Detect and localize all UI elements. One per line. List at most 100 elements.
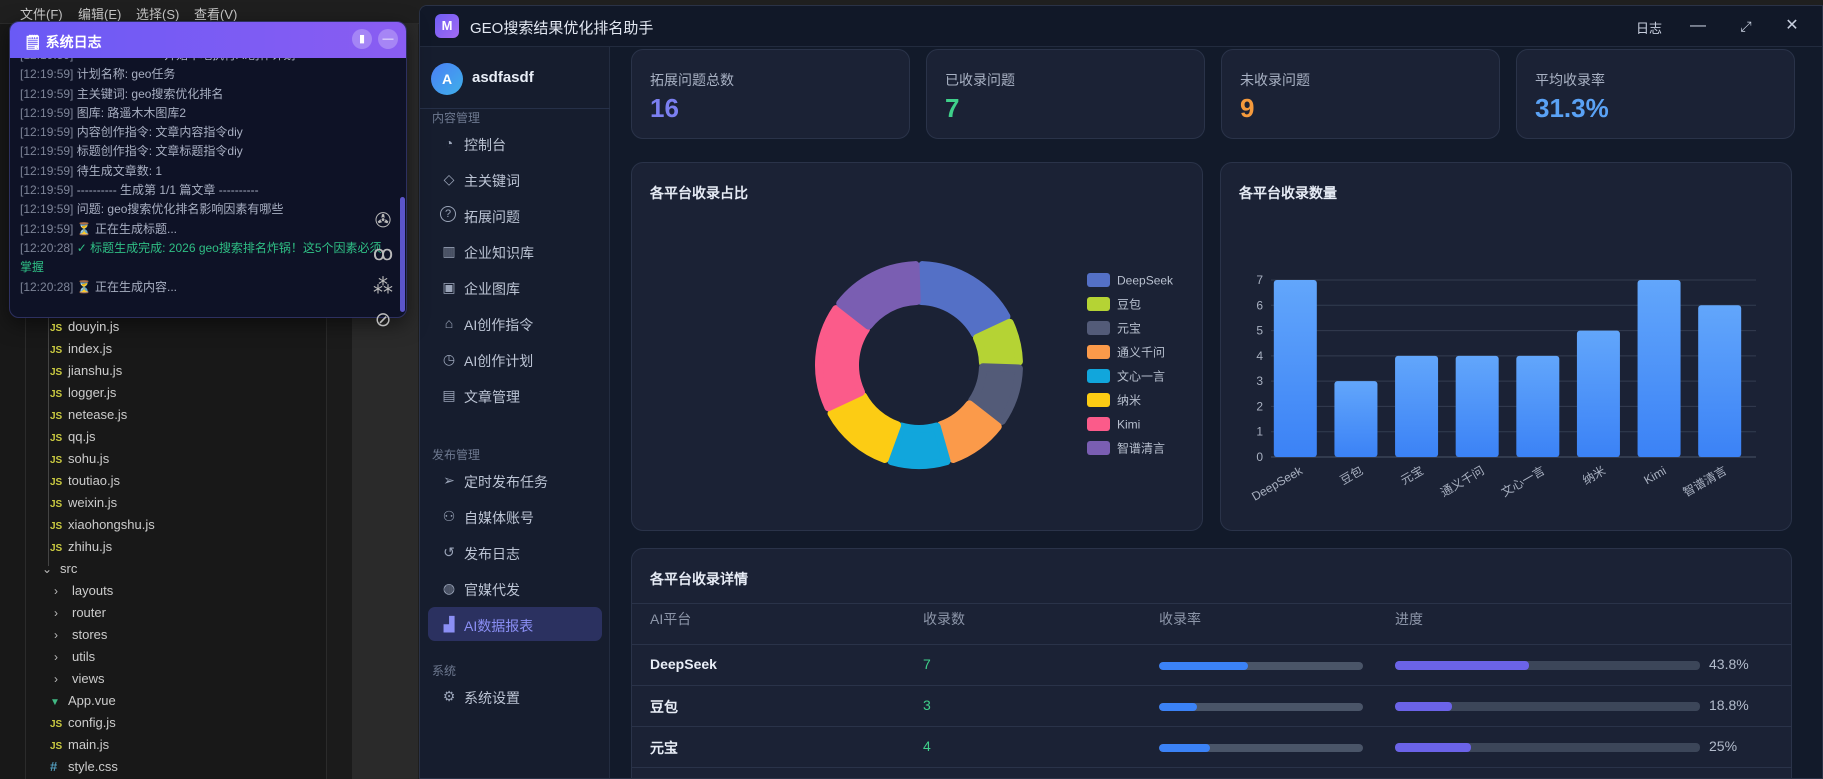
table-row[interactable]: 元宝 4 25% — [632, 726, 1791, 767]
file-tree-item[interactable]: JS sohu.js — [50, 448, 109, 470]
js-file-icon: JS — [50, 389, 63, 400]
avatar[interactable]: A — [431, 63, 463, 95]
minimize-log-button[interactable]: — — [378, 29, 398, 49]
pie-slice-智谱清言[interactable] — [836, 261, 921, 330]
link-circle-icon[interactable]: ⊘ — [370, 307, 396, 333]
bar-文心一言[interactable] — [1516, 355, 1560, 457]
file-tree-item[interactable]: › stores — [54, 624, 107, 646]
bar-DeepSeek[interactable] — [1273, 280, 1317, 457]
butterfly-icon[interactable]: ꝏ — [370, 241, 396, 267]
sidebar-item[interactable]: ◍ 官媒代发 — [428, 571, 602, 605]
bar-智谱清言[interactable] — [1698, 305, 1742, 457]
sidebar-item[interactable]: ▟ AI数据报表 — [428, 607, 602, 641]
file-tree-item[interactable]: JS netease.js — [50, 404, 127, 426]
legend-label[interactable]: 纳米 — [1117, 394, 1141, 408]
pie-slice-Kimi[interactable] — [815, 305, 870, 412]
file-tree-item[interactable]: # style.css — [50, 756, 118, 778]
sidebar-item[interactable]: ⚙ 系统设置 — [428, 679, 602, 713]
minimize-button[interactable]: — — [1684, 14, 1712, 38]
legend-swatch[interactable] — [1087, 393, 1110, 407]
legend-swatch[interactable] — [1087, 369, 1110, 383]
rate-bar — [1159, 703, 1363, 711]
col-header-progress: 进度 — [1395, 611, 1423, 627]
file-tree-item[interactable]: › utils — [54, 646, 95, 668]
progress-bar-fill — [1395, 702, 1453, 711]
sidebar-item[interactable]: ⚇ 自媒体账号 — [428, 499, 602, 533]
js-file-icon: JS — [50, 521, 63, 532]
sidebar-item[interactable]: ▤ 文章管理 — [428, 378, 602, 412]
file-tree-item[interactable]: JS weixin.js — [50, 492, 117, 514]
maximize-button[interactable]: ⤢ — [1732, 14, 1760, 38]
pie-slice-DeepSeek[interactable] — [917, 261, 1011, 338]
file-tree-item[interactable]: JS index.js — [50, 338, 112, 360]
file-tree-item[interactable]: JS config.js — [50, 712, 116, 734]
bar-通义千问[interactable] — [1455, 355, 1499, 457]
legend-swatch[interactable] — [1087, 273, 1110, 287]
question-circle-icon: ? — [440, 206, 456, 222]
aperture-icon[interactable]: ✇ — [370, 208, 396, 234]
file-tree-item[interactable]: › layouts — [54, 580, 113, 602]
file-tree-item[interactable]: JS toutiao.js — [50, 470, 120, 492]
stat-label: 未收录问题 — [1240, 72, 1310, 88]
sidebar-item[interactable]: ◷ AI创作计划 — [428, 342, 602, 376]
sidebar-item[interactable]: ↺ 发布日志 — [428, 535, 602, 569]
log-text: 主关键词: geo搜索优化排名 — [76, 86, 224, 101]
bar-元宝[interactable] — [1395, 355, 1439, 457]
file-tree-item[interactable]: JS douyin.js — [50, 316, 119, 338]
table-row[interactable]: DeepSeek 7 43.8% — [632, 644, 1791, 685]
legend-label[interactable]: Kimi — [1117, 418, 1140, 432]
legend-swatch[interactable] — [1087, 297, 1110, 311]
table-row[interactable]: 通义千问425% — [632, 767, 1791, 778]
file-tree-item[interactable]: › router — [54, 602, 106, 624]
legend-swatch[interactable] — [1087, 321, 1110, 335]
file-tree-item[interactable]: JS xiaohongshu.js — [50, 514, 155, 536]
table-row[interactable]: 豆包 3 18.8% — [632, 685, 1791, 726]
file-tree-item[interactable]: JS main.js — [50, 734, 109, 756]
legend-label[interactable]: DeepSeek — [1117, 274, 1174, 288]
sidebar-item[interactable]: ? 拓展问题 — [428, 198, 602, 232]
legend-label[interactable]: 文心一言 — [1117, 369, 1165, 384]
sidebar-item[interactable]: ▣ 企业图库 — [428, 270, 602, 304]
file-tree-item[interactable]: JS zhihu.js — [50, 536, 112, 558]
sidebar-item[interactable]: ⌂ AI创作指令 — [428, 306, 602, 340]
sidebar-item[interactable]: ▥ 企业知识库 — [428, 234, 602, 268]
pie-slice-文心一言[interactable] — [887, 422, 951, 469]
close-button[interactable]: ✕ — [1778, 14, 1806, 38]
sparkle-icon[interactable]: ⁂ — [370, 274, 396, 300]
progress-label: 18.8% — [1709, 697, 1749, 713]
sidebar-item[interactable]: ◔ 控制台 — [428, 126, 602, 160]
file-tree-item[interactable]: ▼ App.vue — [50, 690, 116, 712]
js-file-icon: JS — [50, 719, 63, 730]
legend-swatch[interactable] — [1087, 345, 1110, 359]
log-header[interactable]: 🗒 系统日志 ▮ — — [10, 22, 406, 58]
sidebar-item[interactable]: ◇ 主关键词 — [428, 162, 602, 196]
file-tree-item[interactable]: JS qq.js — [50, 426, 95, 448]
legend-swatch[interactable] — [1087, 441, 1110, 455]
log-button[interactable]: 日志 — [1636, 18, 1662, 37]
y-tick-label: 2 — [1256, 399, 1263, 413]
legend-swatch[interactable] — [1087, 417, 1110, 431]
legend-label[interactable]: 元宝 — [1117, 322, 1141, 336]
bar-纳米[interactable] — [1576, 330, 1620, 457]
log-time: [12:19:59] — [20, 125, 74, 140]
bar-Kimi[interactable] — [1637, 280, 1681, 457]
file-tree-item[interactable]: › views — [54, 668, 105, 690]
file-tree-item[interactable]: JS jianshu.js — [50, 360, 122, 382]
legend-label[interactable]: 通义千问 — [1117, 346, 1165, 360]
file-tree-item[interactable]: ⌄ src — [42, 558, 77, 580]
legend-label[interactable]: 智谱清言 — [1117, 441, 1165, 456]
y-tick-label: 4 — [1256, 349, 1263, 363]
legend-label[interactable]: 豆包 — [1117, 298, 1141, 312]
file-name: netease.js — [68, 407, 128, 422]
users-icon: ⚇ — [442, 508, 456, 524]
clear-log-button[interactable]: ▮ — [352, 29, 372, 49]
log-scrollbar[interactable] — [400, 197, 405, 312]
sidebar-item-label: 主关键词 — [464, 173, 520, 189]
sidebar-item[interactable]: ➢ 定时发布任务 — [428, 463, 602, 497]
bar-豆包[interactable] — [1334, 381, 1378, 457]
y-tick-label: 3 — [1256, 374, 1263, 388]
file-tree-item[interactable]: JS logger.js — [50, 382, 116, 404]
col-header-rate: 收录率 — [1159, 611, 1201, 627]
x-tick-label: 智谱清言 — [1680, 463, 1729, 500]
chevron-right-icon: › — [54, 584, 58, 598]
